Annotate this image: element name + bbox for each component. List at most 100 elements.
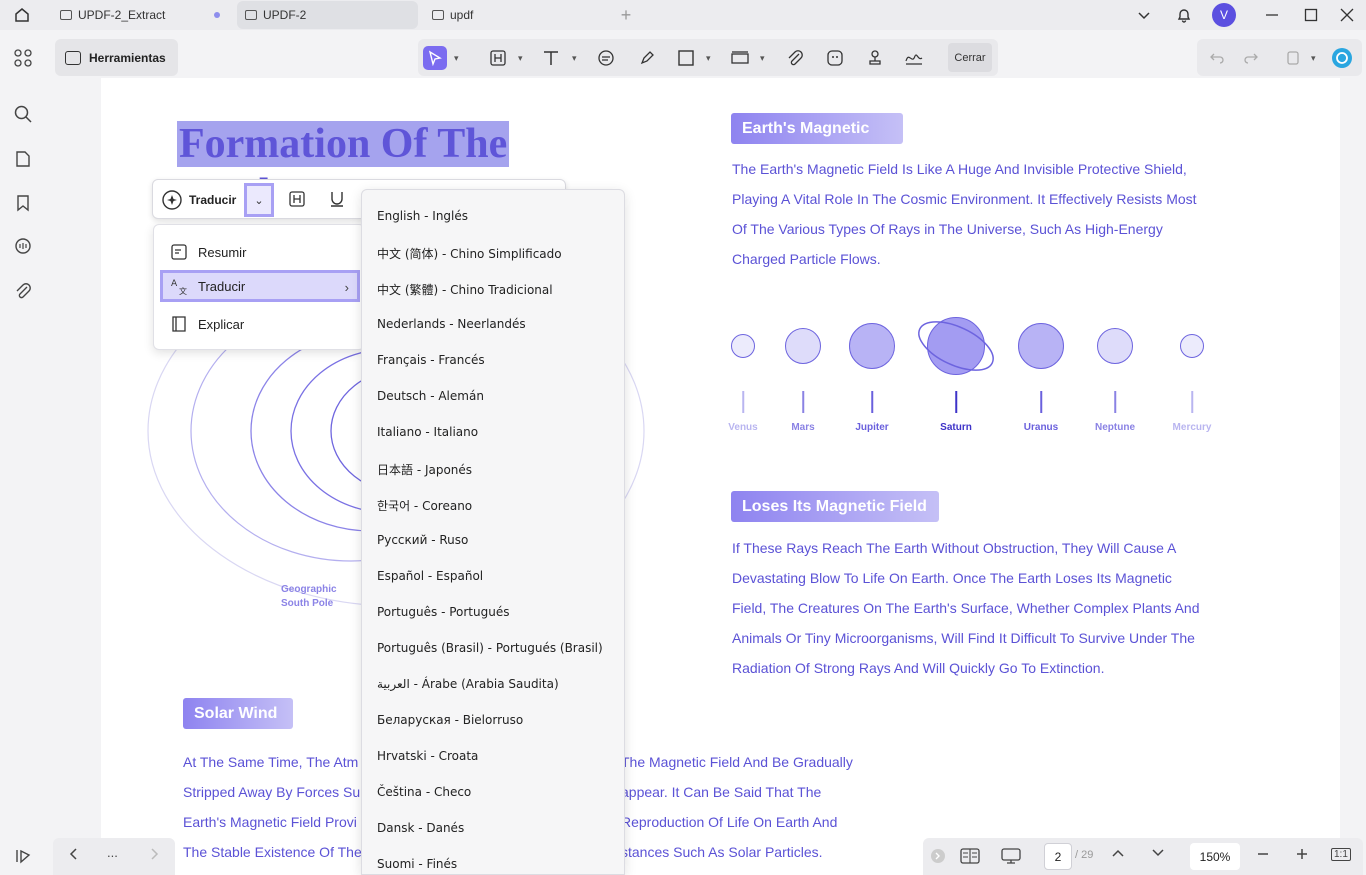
zoom-out-icon[interactable] (1256, 847, 1270, 864)
language-option[interactable]: Dansk - Danés (377, 821, 464, 835)
language-option[interactable]: Nederlands - Neerlandés (377, 317, 526, 331)
signature-icon[interactable] (902, 46, 926, 70)
language-option[interactable]: Беларуская - Bielorruso (377, 713, 523, 727)
highlight-icon[interactable] (285, 187, 309, 211)
language-option[interactable]: Deutsch - Alemán (377, 389, 484, 403)
layers-icon[interactable] (12, 845, 34, 867)
shape-icon[interactable] (674, 46, 698, 70)
tab-updf[interactable]: updf (424, 1, 604, 29)
left-rail (0, 30, 46, 875)
page-layout-icon[interactable] (960, 847, 980, 868)
solar-wind-heading: Solar Wind (183, 698, 293, 729)
updf-ai-icon[interactable] (1330, 46, 1354, 70)
underline-icon[interactable] (325, 187, 349, 211)
chevron-down-icon[interactable]: ▾ (518, 53, 523, 64)
presentation-icon[interactable] (1000, 847, 1022, 868)
paragraph-line: The Stable Existence Of The (183, 844, 362, 860)
avatar[interactable]: V (1212, 3, 1236, 27)
close-icon[interactable] (1336, 4, 1358, 26)
paragraph-line: The Earth's Magnetic Field Is Like A Hug… (732, 161, 1187, 177)
chevron-up-icon[interactable] (1111, 847, 1125, 862)
actual-size-button[interactable]: 1:1 (1331, 848, 1351, 861)
cerrar-button[interactable]: Cerrar (948, 43, 992, 72)
total-pages: / 29 (1075, 849, 1094, 861)
select-cursor-icon[interactable] (423, 46, 447, 70)
current-page-input[interactable]: 2 (1044, 843, 1072, 870)
chevron-down-icon[interactable] (1133, 4, 1155, 26)
sticker-icon[interactable] (823, 46, 847, 70)
menu-item-resumir[interactable]: Resumir (160, 236, 360, 268)
chevron-down-icon[interactable]: ▾ (1311, 53, 1316, 64)
bell-icon[interactable] (1173, 4, 1195, 26)
document-tab-icon (432, 10, 444, 20)
apps-grid-icon[interactable] (12, 47, 34, 69)
geo-label-line: South Pole (281, 598, 334, 609)
chevron-down-icon[interactable] (1151, 847, 1165, 862)
minimize-icon[interactable] (1261, 4, 1283, 26)
svg-text:文: 文 (179, 286, 187, 295)
language-option[interactable]: Português (Brasil) - Portugués (Brasil) (377, 641, 603, 655)
language-option[interactable]: العربية - Árabe (Arabia Saudita) (377, 677, 559, 691)
paragraph-line: If These Rays Reach The Earth Without Ob… (732, 540, 1177, 556)
chevron-down-icon[interactable]: ▾ (572, 53, 577, 64)
chevron-right-icon: › (344, 280, 349, 295)
planet-mercury (1180, 334, 1204, 358)
herramientas-label: Herramientas (89, 50, 166, 65)
herramientas-button[interactable]: Herramientas (55, 39, 178, 76)
solar-paragraph-right: The Magnetic Field And Be Gradually appe… (621, 747, 853, 867)
pages-icon[interactable] (12, 148, 34, 170)
planet-neptune (1097, 328, 1133, 364)
bookmark-icon[interactable] (12, 192, 34, 214)
chevron-down-icon[interactable]: ▾ (760, 53, 765, 64)
paperclip-icon[interactable] (783, 46, 807, 70)
language-option[interactable]: 한국어 - Coreano (377, 497, 472, 514)
language-option[interactable]: English - Inglés (377, 209, 468, 223)
note-icon[interactable] (594, 46, 618, 70)
language-option[interactable]: Français - Francés (377, 353, 485, 367)
save-icon[interactable] (1281, 46, 1305, 70)
language-option[interactable]: 中文 (简体) - Chino Simplificado (377, 245, 562, 262)
menu-item-explicar[interactable]: Explicar (160, 308, 360, 340)
tab-updf-2[interactable]: UPDF-2 (237, 1, 418, 29)
search-icon[interactable] (12, 103, 34, 125)
chevron-right-icon[interactable] (148, 847, 160, 864)
page-title-selected[interactable]: Formation Of The (177, 121, 510, 167)
language-option[interactable]: Čeština - Checo (377, 785, 471, 799)
language-option[interactable]: Suomi - Finés (377, 857, 457, 871)
redo-icon[interactable] (1239, 46, 1263, 70)
language-option[interactable]: Português - Portugués (377, 605, 509, 619)
text-icon[interactable] (539, 46, 563, 70)
attachment-icon[interactable] (12, 280, 34, 302)
svg-text:A: A (171, 279, 178, 289)
language-option[interactable]: Italiano - Italiano (377, 425, 478, 439)
zoom-in-icon[interactable] (1295, 847, 1309, 864)
pen-icon[interactable] (635, 46, 659, 70)
chevron-left-icon[interactable] (68, 847, 80, 864)
tab-updf-2-extract[interactable]: UPDF-2_Extract (52, 1, 230, 29)
more-button[interactable]: ... (107, 845, 118, 860)
undo-icon[interactable] (1205, 46, 1229, 70)
translate-icon: A文 (170, 277, 188, 295)
paragraph-line: stances Such As Solar Particles. (621, 844, 823, 860)
maximize-icon[interactable] (1300, 4, 1322, 26)
zoom-level[interactable]: 150% (1190, 843, 1240, 870)
language-option[interactable]: Русский - Ruso (377, 533, 468, 547)
planet-marker-line (1191, 391, 1193, 413)
language-option[interactable]: Hrvatski - Croata (377, 749, 478, 763)
language-option[interactable]: 日本語 - Japonés (377, 461, 472, 478)
language-option[interactable]: 中文 (繁體) - Chino Tradicional (377, 281, 553, 298)
menu-item-traducir[interactable]: A文 Traducir › (160, 270, 360, 302)
highlight-icon[interactable] (486, 46, 510, 70)
home-icon[interactable] (11, 4, 33, 26)
translate-button[interactable]: Traducir (161, 187, 236, 213)
chevron-down-icon[interactable]: ▾ (706, 53, 711, 64)
signature-stamp-icon[interactable] (863, 46, 887, 70)
planet-marker-line (1114, 391, 1116, 413)
comment-icon[interactable] (12, 235, 34, 257)
translate-dropdown-button[interactable]: ⌄ (244, 183, 274, 217)
collapse-icon[interactable] (931, 849, 945, 866)
stamp-icon[interactable] (728, 46, 752, 70)
language-option[interactable]: Español - Español (377, 569, 483, 583)
new-tab-icon[interactable]: + (615, 4, 637, 26)
chevron-down-icon[interactable]: ▾ (454, 53, 459, 64)
